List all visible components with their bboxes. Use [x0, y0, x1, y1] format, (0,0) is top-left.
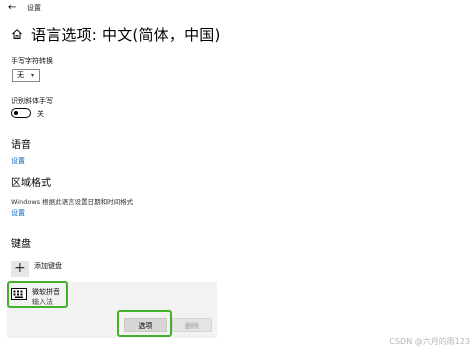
plus-icon: + — [14, 260, 26, 276]
options-highlight-box — [117, 310, 172, 337]
page-title: 语言选项: 中文(简体，中国) — [31, 26, 221, 44]
handwriting-convert-dropdown[interactable]: 无 ▾ — [12, 69, 40, 82]
keyboard-heading: 键盘 — [11, 239, 31, 250]
add-keyboard-label[interactable]: 添加键盘 — [34, 261, 62, 271]
speech-heading: 语音 — [11, 140, 31, 151]
toggle-state-label: 关 — [37, 110, 44, 118]
region-description: Windows 根据此语言设置日期和时间格式 — [11, 198, 134, 206]
watermark: CSDN @六月的雨123 — [389, 337, 470, 346]
ime-highlight-box — [7, 281, 68, 308]
back-arrow-icon[interactable]: ← — [8, 2, 16, 13]
chevron-down-icon: ▾ — [30, 72, 34, 79]
italic-handwriting-label: 识别斜体手写 — [11, 97, 53, 105]
region-settings-link[interactable]: 设置 — [11, 208, 25, 218]
toggle-knob — [14, 110, 18, 115]
italic-handwriting-toggle[interactable] — [11, 108, 31, 118]
home-icon[interactable] — [11, 28, 23, 40]
dropdown-value: 无 — [17, 71, 24, 79]
remove-button[interactable]: 删除 — [172, 318, 212, 332]
handwriting-convert-label: 手写字符转换 — [11, 57, 53, 65]
add-keyboard-button[interactable]: + — [11, 260, 29, 277]
region-heading: 区域格式 — [11, 178, 51, 189]
app-title: 设置 — [27, 4, 41, 12]
speech-settings-link[interactable]: 设置 — [11, 156, 25, 166]
